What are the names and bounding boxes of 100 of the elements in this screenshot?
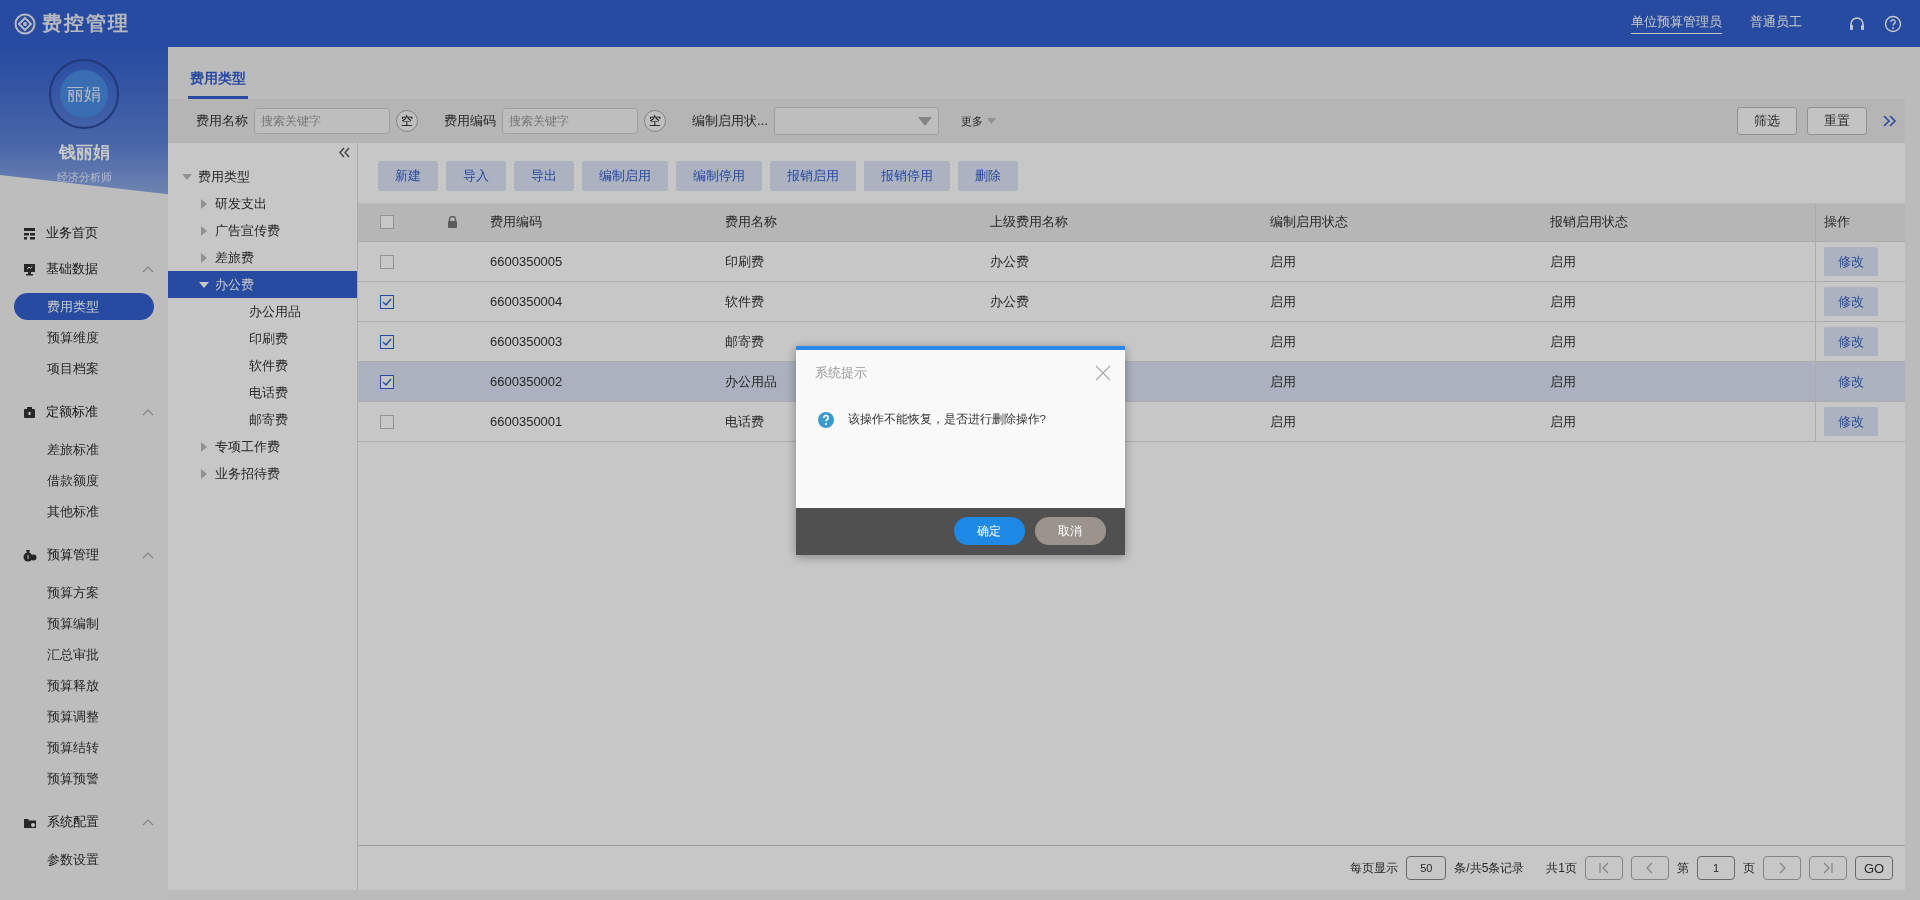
nav-item[interactable]: 其他标准 — [14, 498, 154, 525]
edit-button[interactable]: 修改 — [1824, 327, 1878, 356]
table-cell: 6600350001 — [490, 414, 563, 429]
first-page-button[interactable] — [1585, 856, 1623, 880]
search-field[interactable]: 搜索关键字 — [254, 108, 390, 134]
clear-button[interactable]: 空 — [396, 110, 418, 132]
nav-group[interactable]: 系统配置 — [0, 804, 168, 840]
pager-text: 共1页 — [1546, 859, 1577, 877]
checkbox[interactable] — [380, 254, 394, 269]
column-header: 上级费用名称 — [989, 213, 1069, 231]
filter-label: 编制启用状... — [692, 112, 768, 130]
close-icon[interactable] — [1094, 364, 1111, 381]
role-link[interactable]: 普通员工 — [1750, 13, 1802, 34]
confirm-button[interactable]: 确定 — [953, 517, 1025, 545]
menu-icon — [23, 262, 36, 276]
tree-node[interactable]: 印刷费 — [168, 325, 357, 352]
nav-item[interactable]: 项目档案 — [14, 355, 154, 382]
checkbox[interactable] — [380, 215, 394, 229]
toolbar-button[interactable]: 新建 — [378, 161, 438, 191]
nav-item[interactable]: 参数设置 — [14, 846, 154, 873]
table-cell: 6600350003 — [490, 334, 563, 349]
table-cell: 启用 — [1270, 413, 1296, 429]
toolbar-button[interactable]: 报销停用 — [864, 161, 950, 191]
nav-item[interactable]: 预算方案 — [14, 579, 154, 606]
first-page-icon — [1598, 862, 1610, 874]
next-page-button[interactable] — [1763, 856, 1801, 880]
nav-group[interactable]: 预算管理 — [0, 537, 168, 573]
nav-item[interactable]: 差旅标准 — [14, 436, 154, 463]
status-dropdown[interactable] — [773, 107, 939, 135]
nav-item[interactable]: 预算预警 — [14, 765, 154, 792]
nav-item[interactable]: 预算编制 — [14, 610, 154, 637]
dialog-message: 该操作不能恢复，是否进行删除操作? — [847, 412, 1046, 427]
nav-item[interactable]: 借款额度 — [14, 467, 154, 494]
tree-node[interactable]: 研发支出 — [168, 190, 357, 217]
nav-group[interactable]: 定额标准 — [0, 394, 168, 430]
edit-button[interactable]: 修改 — [1824, 287, 1878, 316]
headset-icon — [1848, 14, 1866, 33]
previous-page-button[interactable] — [1631, 856, 1669, 880]
nav-group[interactable]: 业务首页 — [0, 215, 168, 251]
dropdown-caret-icon — [917, 116, 932, 126]
nav-item[interactable]: 费用类型 — [14, 293, 154, 320]
nav-item[interactable]: 预算调整 — [14, 703, 154, 730]
filter-button[interactable]: 筛选 — [1737, 107, 1797, 135]
table-cell: 启用 — [1270, 253, 1296, 269]
nav-item[interactable]: 预算结转 — [14, 734, 154, 761]
go-button[interactable]: GO — [1855, 856, 1893, 880]
tree-node[interactable]: 差旅费 — [168, 244, 357, 271]
page-size-field[interactable]: 50 — [1406, 856, 1447, 880]
table-row[interactable]: 6600350003 邮寄费 启用 启用 修改 — [358, 322, 1905, 362]
table-cell: 启用 — [1550, 413, 1576, 429]
checkbox[interactable] — [380, 294, 394, 309]
search-field[interactable]: 搜索关键字 — [502, 108, 638, 134]
tree-node[interactable]: 专项工作费 — [168, 433, 357, 460]
lock-icon — [446, 216, 458, 228]
edit-button[interactable]: 修改 — [1824, 407, 1878, 436]
toolbar-button[interactable]: 报销启用 — [770, 161, 856, 191]
toolbar-button[interactable]: 编制启用 — [582, 161, 668, 191]
table-cell: 6600350004 — [490, 294, 563, 309]
toolbar-button[interactable]: 导出 — [514, 161, 574, 191]
checkbox[interactable] — [380, 374, 394, 389]
collapse-icon[interactable] — [338, 147, 351, 158]
toolbar-button[interactable]: 编制停用 — [676, 161, 762, 191]
nav-group[interactable]: 基础数据 — [0, 251, 168, 287]
tree-node[interactable]: 软件费 — [168, 352, 357, 379]
more-toggle[interactable]: 更多 — [960, 113, 996, 129]
pager-text: 条/共5条记录 — [1454, 859, 1525, 877]
checkbox[interactable] — [380, 334, 394, 349]
table-row[interactable]: 6600350004 软件费 办公费 启用 启用 修改 — [358, 282, 1905, 322]
column-header: 报销启用状态 — [1549, 213, 1629, 231]
filter-button[interactable]: 重置 — [1807, 107, 1867, 135]
nav-item[interactable]: 预算释放 — [14, 672, 154, 699]
table-row[interactable]: 6600350005 印刷费 办公费 启用 启用 修改 — [358, 242, 1905, 282]
last-page-button[interactable] — [1809, 856, 1847, 880]
column-header: 编制启用状态 — [1269, 213, 1349, 231]
edit-button[interactable]: 修改 — [1824, 247, 1878, 276]
tree-node[interactable]: 费用类型 — [168, 163, 357, 190]
table-cell: 启用 — [1550, 293, 1576, 309]
nav-item[interactable]: 汇总审批 — [14, 641, 154, 668]
table-cell: 启用 — [1270, 373, 1296, 389]
filter-label: 费用编码 — [444, 112, 496, 130]
tree-node[interactable]: 办公用品 — [168, 298, 357, 325]
pager-text: 每页显示 — [1350, 859, 1399, 877]
tree-node[interactable]: 办公费 — [168, 271, 357, 298]
tree-node[interactable]: 业务招待费 — [168, 460, 357, 487]
tree-node[interactable]: 电话费 — [168, 379, 357, 406]
dialog-title: 系统提示 — [814, 363, 867, 382]
tree-node[interactable]: 广告宣传费 — [168, 217, 357, 244]
toolbar-button[interactable]: 删除 — [958, 161, 1018, 191]
column-header: 费用编码 — [489, 213, 543, 231]
pager-text: 页 — [1743, 859, 1755, 877]
avatar: 丽娟 — [49, 59, 119, 129]
page-number-field[interactable]: 1 — [1697, 856, 1735, 880]
tree-node[interactable]: 邮寄费 — [168, 406, 357, 433]
nav-item[interactable]: 预算维度 — [14, 324, 154, 351]
checkbox[interactable] — [380, 414, 394, 429]
clear-button[interactable]: 空 — [644, 110, 666, 132]
table-cell: 办公费 — [990, 253, 1029, 269]
role-link[interactable]: 单位预算管理员 — [1631, 13, 1722, 34]
toolbar-button[interactable]: 导入 — [446, 161, 506, 191]
double-chevron-icon[interactable] — [1883, 115, 1897, 127]
